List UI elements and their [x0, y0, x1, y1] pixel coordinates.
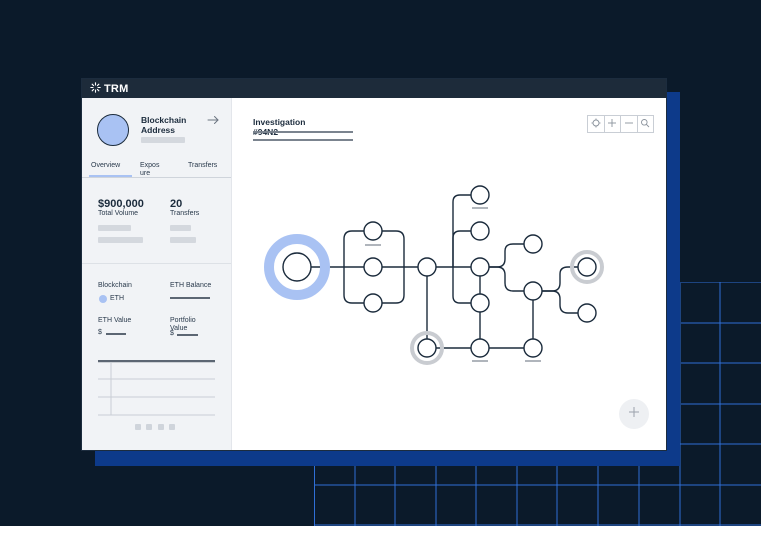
root-node — [282, 252, 312, 282]
plus-icon — [628, 405, 640, 423]
transaction-graph — [264, 185, 604, 365]
profile-title: Blockchain Address — [141, 115, 187, 135]
graph-node — [577, 303, 597, 323]
address-placeholder-bar — [141, 137, 185, 143]
graph-node — [470, 257, 490, 277]
graph-node — [470, 293, 490, 313]
transfers-label: Transfers — [170, 210, 200, 217]
blockchain-label: Blockchain — [98, 282, 132, 289]
portfolio-value-label: Portfolio Value — [170, 317, 196, 332]
eth-dot-icon — [99, 295, 107, 303]
blockchain-value: ETH — [110, 295, 124, 302]
eth-value-bar — [106, 333, 126, 335]
graph-node — [523, 338, 543, 358]
tab-bar: Overview Expos ure Transfers — [82, 160, 231, 178]
eth-balance-label: ETH Balance — [170, 282, 212, 289]
placeholder-bar — [170, 237, 196, 243]
pagination-dot[interactable] — [135, 424, 141, 430]
eth-value-currency: $ — [98, 329, 102, 336]
arrow-right-icon[interactable] — [206, 113, 220, 127]
graph-node — [523, 281, 543, 301]
titlebar: TRM — [82, 79, 666, 98]
portfolio-value-currency: $ — [170, 330, 174, 337]
graph-node — [417, 338, 437, 358]
graph-node — [470, 221, 490, 241]
graph-node — [470, 338, 490, 358]
bottom-strip — [0, 526, 761, 543]
placeholder-bar — [98, 237, 143, 243]
placeholder-bar — [98, 225, 131, 231]
investigation-canvas: Investigation #94N2 — [232, 98, 666, 450]
graph-edges — [311, 194, 578, 349]
trm-logo-icon — [90, 80, 101, 98]
section-divider — [82, 263, 231, 264]
tab-overview[interactable]: Overview — [91, 162, 120, 170]
pagination-dot[interactable] — [169, 424, 175, 430]
pagination-dot[interactable] — [158, 424, 164, 430]
avatar — [97, 114, 129, 146]
transfers-value: 20 — [170, 198, 183, 210]
active-tab-indicator — [89, 175, 132, 177]
portfolio-value-bar — [177, 334, 198, 336]
logo-text: TRM — [104, 82, 129, 95]
trm-logo[interactable]: TRM — [90, 80, 129, 98]
pagination-dot[interactable] — [146, 424, 152, 430]
app-window: TRM Blockchain Address Overview Expos ur… — [82, 79, 666, 450]
graph-node — [363, 257, 383, 277]
eth-value-label: ETH Value — [98, 317, 132, 324]
graph-node — [363, 221, 383, 241]
tab-transfers[interactable]: Transfers — [188, 162, 217, 170]
sidebar: Blockchain Address Overview Expos ure Tr… — [82, 98, 232, 450]
total-volume-value: $900,000 — [98, 198, 144, 210]
placeholder-bar — [170, 225, 191, 231]
mini-table — [98, 360, 215, 416]
graph-node — [523, 234, 543, 254]
graph-node — [470, 185, 490, 205]
eth-balance-bar — [170, 297, 210, 299]
total-volume-label: Total Volume — [98, 210, 139, 217]
add-node-button[interactable] — [619, 399, 649, 429]
graph-node — [417, 257, 437, 277]
graph-node — [363, 293, 383, 313]
graph-node — [577, 257, 597, 277]
tab-exposure[interactable]: Expos ure — [140, 162, 162, 178]
